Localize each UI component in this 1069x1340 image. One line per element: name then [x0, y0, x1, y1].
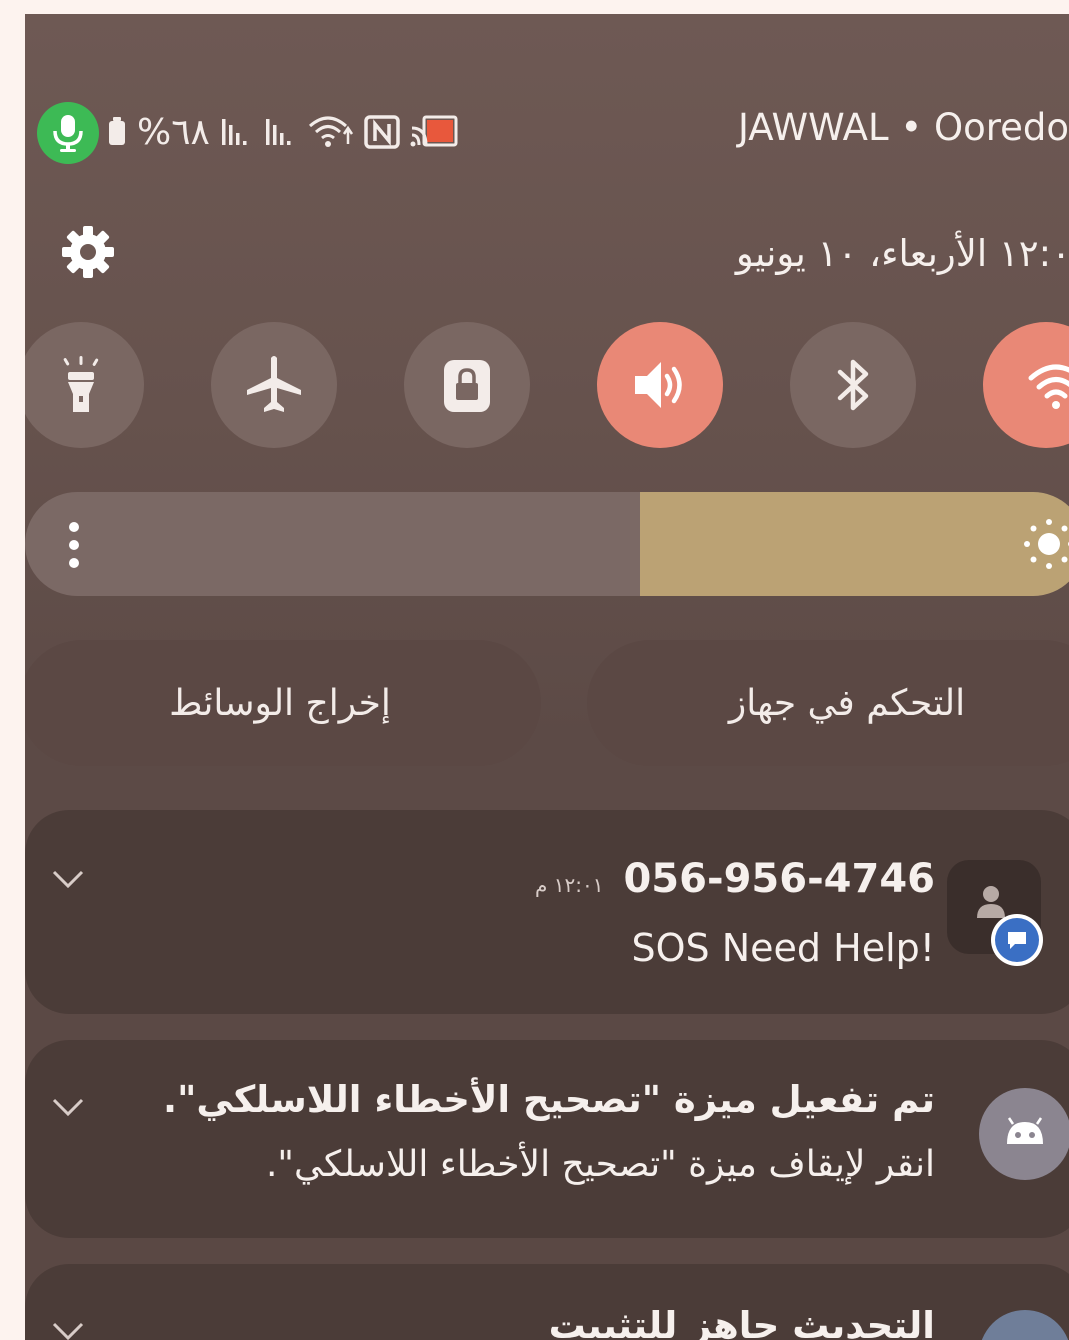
signal-icon — [221, 119, 247, 145]
notification-time: ١٢:٠١ م — [535, 873, 604, 897]
android-debug-icon — [979, 1088, 1069, 1180]
airplane-icon — [247, 356, 301, 412]
notification-title: تم تفعيل ميزة "تصحيح الأخطاء اللاسلكي". — [163, 1078, 935, 1121]
brightness-slider[interactable] — [25, 492, 1069, 596]
chevron-down-icon[interactable] — [51, 1320, 85, 1340]
wifi-icon — [1028, 364, 1069, 409]
media-output-label: إخراج الوسائط — [169, 682, 391, 724]
device-control-button[interactable]: التحكم في جهاز — [587, 640, 1069, 766]
notification-body: SOS Need Help! — [631, 926, 935, 970]
wifi-calling-icon — [308, 116, 353, 147]
notification-title: 056-956-4746 — [623, 856, 935, 902]
wifi-toggle[interactable] — [983, 322, 1069, 448]
device-control-label: التحكم في جهاز — [728, 682, 966, 724]
notification-card-sms[interactable]: ١٢:٠١ م 056-956-4746 SOS Need Help! — [25, 810, 1069, 1014]
update-icon — [979, 1310, 1069, 1340]
speaker-icon — [635, 362, 682, 408]
notification-shade: %٦٨ JAWWAL • Ooredo ١٢:٠ الأربعاء، ١٠ يو… — [25, 14, 1069, 1340]
screen-lock-toggle[interactable] — [404, 322, 530, 448]
notification-title: التحديث جاهز للتثبيت — [548, 1304, 935, 1340]
flashlight-toggle[interactable] — [25, 322, 144, 448]
sound-toggle[interactable] — [597, 322, 723, 448]
sun-icon — [1024, 519, 1069, 569]
notification-card-update[interactable]: التحديث جاهز للتثبيت — [25, 1264, 1069, 1340]
gear-icon[interactable] — [60, 224, 116, 280]
airplane-mode-toggle[interactable] — [211, 322, 337, 448]
screen-lock-icon — [444, 360, 490, 412]
media-output-button[interactable]: إخراج الوسائط — [25, 640, 541, 766]
signal-icon — [265, 119, 291, 145]
chevron-down-icon[interactable] — [51, 1096, 85, 1118]
carrier-label: JAWWAL • Ooredo — [737, 106, 1069, 149]
notification-body: انقر لإيقاف ميزة "تصحيح الأخطاء اللاسلكي… — [265, 1144, 935, 1185]
messages-badge-icon — [991, 914, 1043, 966]
battery-icon — [107, 117, 127, 147]
more-options-icon[interactable] — [69, 522, 81, 576]
brightness-level — [640, 492, 1069, 596]
microphone-icon[interactable] — [37, 102, 99, 164]
nfc-icon — [364, 115, 400, 149]
battery-percent: %٦٨ — [137, 111, 211, 153]
date-time-label: ١٢:٠ الأربعاء، ١٠ يونيو — [735, 232, 1069, 275]
chevron-down-icon[interactable] — [51, 868, 85, 890]
bluetooth-icon — [837, 359, 869, 411]
status-icons: %٦٨ — [107, 110, 458, 154]
bluetooth-toggle[interactable] — [790, 322, 916, 448]
cast-icon — [410, 115, 458, 147]
flashlight-icon — [63, 356, 99, 412]
notification-card-wireless-debugging[interactable]: تم تفعيل ميزة "تصحيح الأخطاء اللاسلكي". … — [25, 1040, 1069, 1238]
